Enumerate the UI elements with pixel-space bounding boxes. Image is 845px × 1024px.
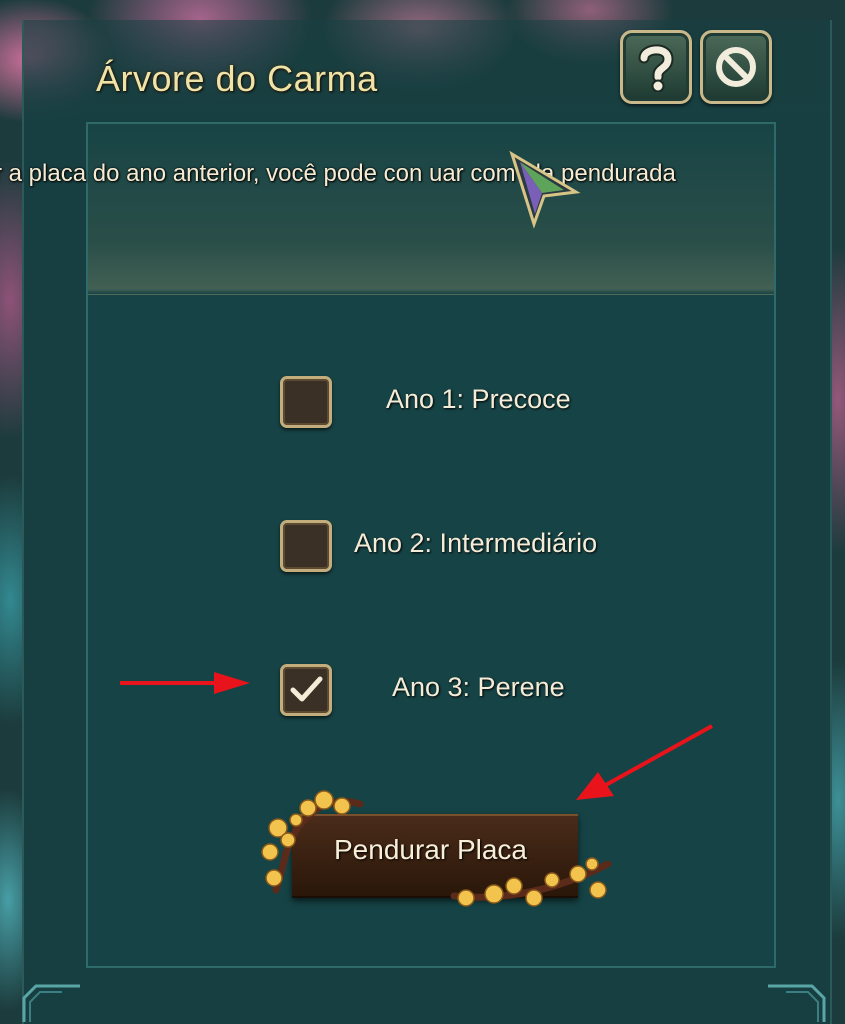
option-label: Ano 1: Precoce: [386, 384, 571, 414]
prohibited-circle-icon: [716, 47, 756, 87]
notice-text: r a placa do ano anterior, você pode con…: [0, 160, 845, 200]
option-year-2[interactable]: Ano 2: Intermediário: [280, 520, 720, 574]
corner-ornament-left: [22, 984, 80, 1022]
red-arrow-icon: [576, 724, 713, 800]
blossom-branch-icon: [261, 790, 364, 894]
checkmark-icon: [290, 676, 323, 702]
option-year-1[interactable]: Ano 1: Precoce: [280, 376, 720, 430]
option-year-3[interactable]: Ano 3: Perene: [280, 664, 720, 718]
window-title: Árvore do Carma: [96, 58, 378, 99]
game-screen: Árvore do Carma r a placa do ano anterio…: [0, 0, 845, 1024]
corner-ornament-right: [768, 984, 826, 1022]
blossom-branch-icon: [450, 857, 612, 907]
checkbox-year-2[interactable]: [280, 520, 332, 572]
checkbox-year-1[interactable]: [280, 376, 332, 428]
close-button[interactable]: [700, 30, 772, 104]
option-label: Ano 2: Intermediário: [354, 528, 598, 558]
checkbox-year-3[interactable]: [280, 664, 332, 716]
red-arrow-icon: [120, 672, 250, 694]
notice-band: [88, 124, 774, 295]
question-mark-icon: [638, 44, 674, 92]
option-label: Ano 3: Perene: [392, 672, 565, 702]
mouse-cursor-icon: [509, 150, 581, 229]
help-button[interactable]: [620, 30, 692, 104]
